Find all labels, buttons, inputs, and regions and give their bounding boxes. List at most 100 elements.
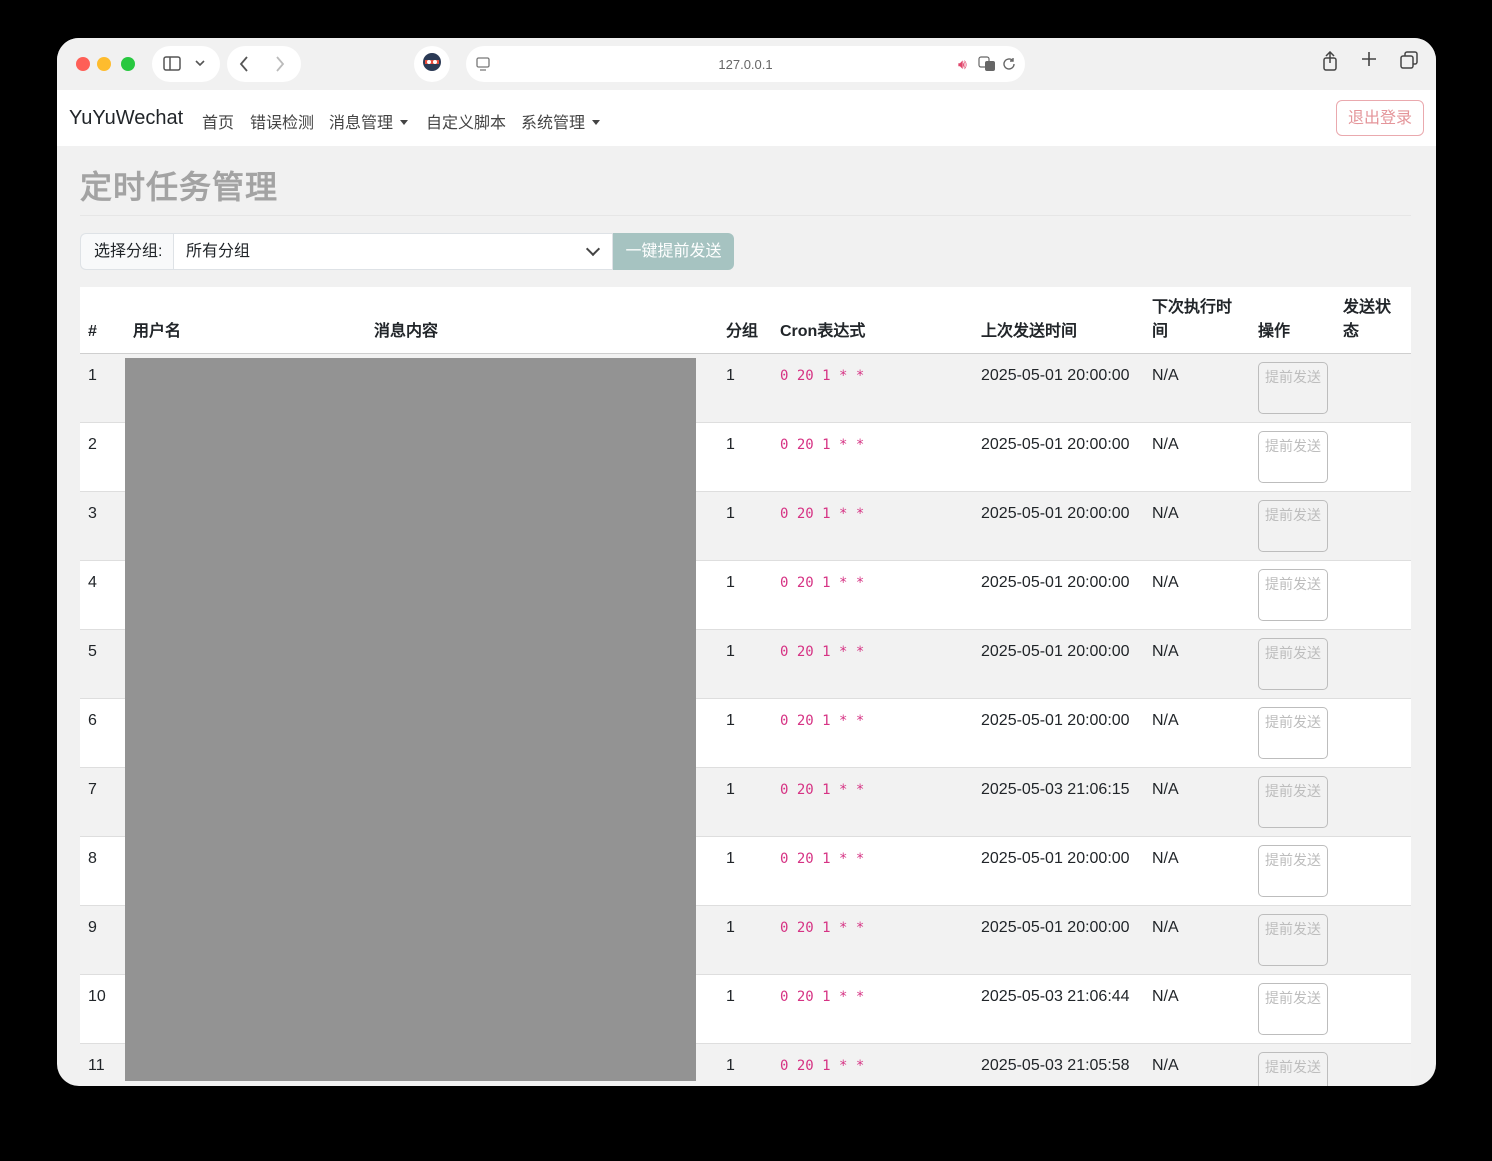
tab-overview-icon[interactable] [1400,51,1418,73]
reload-icon[interactable] [1002,57,1016,74]
send-early-button[interactable]: 提前发送 [1258,431,1328,483]
row-last-sent: 2025-05-01 20:00:00 [973,353,1144,423]
row-last-sent: 2025-05-03 21:06:44 [973,974,1144,1044]
row-send-status [1335,491,1411,561]
row-index: 3 [80,491,125,561]
col-username: 用户名 [125,287,366,354]
row-cron: 0 20 1 * * [772,1043,973,1086]
row-cron: 0 20 1 * * [772,629,973,699]
row-group: 1 [718,698,772,768]
row-cron: 0 20 1 * * [772,422,973,492]
row-send-status [1335,974,1411,1044]
row-action: 提前发送 [1250,629,1335,699]
group-select-label: 选择分组: [80,233,173,270]
send-early-button[interactable]: 提前发送 [1258,914,1328,966]
row-next-run: N/A [1144,905,1250,975]
send-early-button[interactable]: 提前发送 [1258,500,1328,552]
row-group: 1 [718,767,772,837]
brand[interactable]: YuYuWechat [69,107,183,130]
group-filter: 选择分组: 所有分组 一键提前发送 [80,233,734,270]
speaker-icon[interactable]: 🔊︎ [958,57,967,71]
row-next-run: N/A [1144,974,1250,1044]
row-send-status [1335,836,1411,906]
send-early-button[interactable]: 提前发送 [1258,638,1328,690]
history-nav [227,46,301,82]
row-group: 1 [718,353,772,423]
send-early-button[interactable]: 提前发送 [1258,776,1328,828]
row-next-run: N/A [1144,698,1250,768]
col-actions: 操作 [1250,287,1335,354]
row-action: 提前发送 [1250,560,1335,630]
send-early-button[interactable]: 提前发送 [1258,569,1328,621]
col-last-sent: 上次发送时间 [973,287,1144,354]
send-all-early-button[interactable]: 一键提前发送 [613,233,734,270]
nav-error-detection[interactable]: 错误检测 [250,109,314,133]
send-early-button[interactable]: 提前发送 [1258,983,1328,1035]
sidebar-toggle-button[interactable] [152,46,220,82]
send-early-button[interactable]: 提前发送 [1258,362,1328,414]
row-action: 提前发送 [1250,422,1335,492]
address-bar[interactable]: 127.0.0.1 🔊︎ [466,46,1025,82]
row-action: 提前发送 [1250,491,1335,561]
row-send-status [1335,353,1411,423]
row-action: 提前发送 [1250,836,1335,906]
row-last-sent: 2025-05-01 20:00:00 [973,422,1144,492]
row-index: 1 [80,353,125,423]
row-last-sent: 2025-05-01 20:00:00 [973,491,1144,561]
group-select-value: 所有分组 [186,243,251,260]
row-cron: 0 20 1 * * [772,767,973,837]
row-group: 1 [718,560,772,630]
row-index: 10 [80,974,125,1044]
row-next-run: N/A [1144,422,1250,492]
row-index: 4 [80,560,125,630]
send-early-button[interactable]: 提前发送 [1258,707,1328,759]
col-send-status: 发送状态 [1335,287,1411,354]
extension-icon [422,52,442,77]
row-send-status [1335,698,1411,768]
nav-system-management-label: 系统管理 [521,115,586,132]
row-index: 9 [80,905,125,975]
row-next-run: N/A [1144,836,1250,906]
forward-icon[interactable] [275,56,285,75]
row-send-status [1335,422,1411,492]
new-tab-icon[interactable] [1361,51,1377,71]
close-window-button[interactable] [76,57,90,71]
nav-custom-scripts[interactable]: 自定义脚本 [426,109,506,133]
row-action: 提前发送 [1250,767,1335,837]
row-index: 5 [80,629,125,699]
nav-message-management[interactable]: 消息管理 [329,109,409,133]
row-next-run: N/A [1144,353,1250,423]
nav-home[interactable]: 首页 [202,109,234,133]
back-icon[interactable] [239,56,249,75]
row-action: 提前发送 [1250,353,1335,423]
row-group: 1 [718,905,772,975]
send-early-button[interactable]: 提前发送 [1258,1052,1328,1086]
send-early-button[interactable]: 提前发送 [1258,845,1328,897]
row-index: 8 [80,836,125,906]
app-navbar: YuYuWechat 首页 错误检测 消息管理 自定义脚本 系统管理 退出登录 [57,90,1436,146]
row-send-status [1335,767,1411,837]
row-last-sent: 2025-05-03 21:05:58 [973,1043,1144,1086]
nav-system-management[interactable]: 系统管理 [521,109,601,133]
row-send-status [1335,629,1411,699]
row-send-status [1335,560,1411,630]
row-last-sent: 2025-05-01 20:00:00 [973,560,1144,630]
translate-icon[interactable] [978,56,996,75]
extension-button[interactable] [414,46,450,82]
row-cron: 0 20 1 * * [772,836,973,906]
row-last-sent: 2025-05-01 20:00:00 [973,836,1144,906]
share-icon[interactable] [1322,50,1338,75]
sidebar-icon [163,56,181,74]
col-next-run: 下次执行时间 [1144,287,1250,354]
row-cron: 0 20 1 * * [772,698,973,768]
row-index: 7 [80,767,125,837]
row-last-sent: 2025-05-01 20:00:00 [973,698,1144,768]
browser-window: 127.0.0.1 🔊︎ YuYuWechat 首页 错误检测 消息管理 自定义… [57,38,1436,1086]
col-cron: Cron表达式 [772,287,973,354]
group-select[interactable]: 所有分组 [173,233,613,270]
minimize-window-button[interactable] [97,57,111,71]
zoom-window-button[interactable] [121,57,135,71]
logout-button[interactable]: 退出登录 [1336,100,1424,136]
row-group: 1 [718,491,772,561]
row-cron: 0 20 1 * * [772,491,973,561]
